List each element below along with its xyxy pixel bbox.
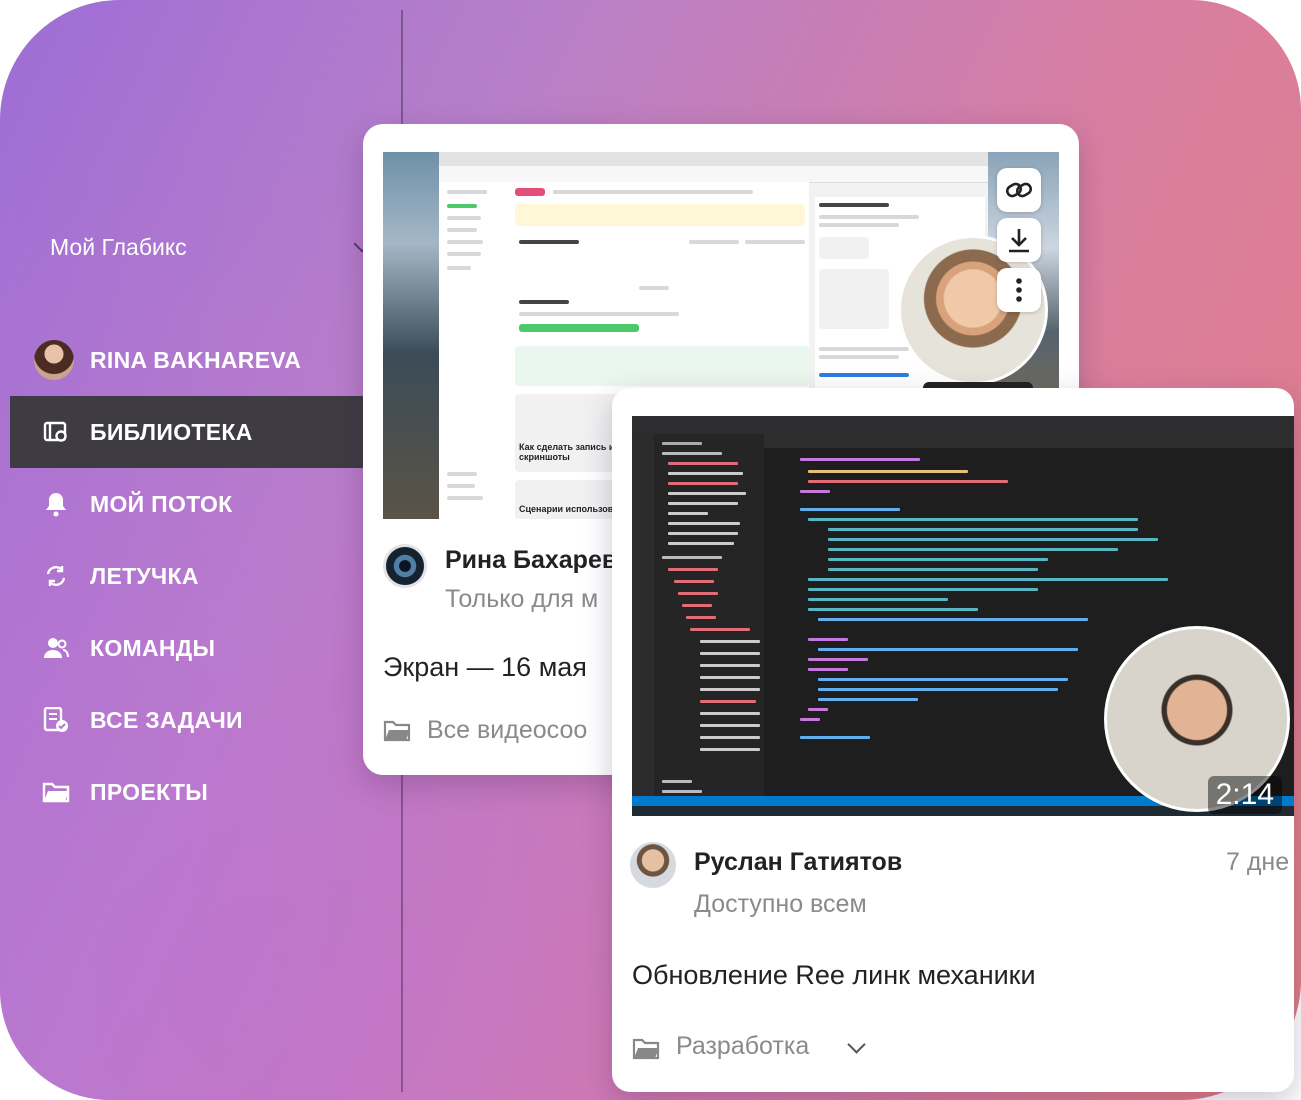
more-button[interactable] — [997, 268, 1041, 312]
author-name: Руслан Гатиятов — [694, 848, 903, 876]
bell-icon — [42, 490, 70, 518]
avatar — [34, 340, 74, 380]
link-icon — [1005, 182, 1033, 198]
timestamp: 7 дне — [1226, 848, 1290, 876]
video-card[interactable]: 2:14 Руслан Гатиятов 7 дне Доступно всем… — [612, 388, 1294, 1092]
refresh-icon — [42, 562, 70, 590]
access-label: Только для м — [445, 585, 599, 613]
sidebar-item-library[interactable]: БИБЛИОТЕКА — [10, 396, 363, 468]
download-button[interactable] — [997, 218, 1041, 262]
sidebar-item-flash[interactable]: ЛЕТУЧКА — [10, 540, 363, 612]
video-thumbnail[interactable]: 2:14 — [632, 416, 1294, 816]
app-sidebar-preview — [439, 182, 510, 519]
sidebar-item-my-stream[interactable]: МОЙ ПОТОК — [10, 468, 363, 540]
vscode-tabs — [764, 434, 1294, 448]
browser-tabs — [439, 152, 988, 166]
sidebar-item-projects[interactable]: ПРОЕКТЫ — [10, 756, 363, 828]
vscode-titlebar — [632, 416, 1294, 434]
video-duration: 2:14 — [1207, 776, 1282, 814]
access-label: Доступно всем — [694, 890, 867, 918]
vscode-explorer — [654, 434, 764, 796]
sidebar-item-label: ПРОЕКТЫ — [90, 778, 209, 805]
folder-name[interactable]: Все видеосоо — [427, 716, 587, 745]
folder-icon — [42, 778, 70, 806]
sidebar-item-label: ВСЕ ЗАДАЧИ — [90, 706, 243, 733]
sidebar-item-label: МОЙ ПОТОК — [90, 490, 233, 517]
sidebar-item-label: КОМАНДЫ — [90, 634, 216, 661]
chevron-down-icon[interactable] — [847, 1035, 866, 1054]
download-icon — [1009, 229, 1029, 253]
avatar — [630, 842, 676, 888]
sidebar-user[interactable]: RINA BAKHAREVA — [10, 324, 363, 396]
wallpaper-left — [383, 152, 439, 519]
more-vertical-icon — [1016, 278, 1022, 302]
avatar — [383, 544, 427, 588]
sidebar-item-label: БИБЛИОТЕКА — [90, 418, 253, 445]
folder-name[interactable]: Разработка — [676, 1032, 809, 1061]
library-icon — [42, 418, 70, 446]
video-title[interactable]: Обновление Ree линк механики — [632, 960, 1036, 991]
sidebar-nav: RINA BAKHAREVA БИБЛИОТЕКА МОЙ ПОТОК ЛЕТУ… — [10, 324, 363, 828]
folder-icon — [632, 1038, 660, 1065]
sidebar-item-all-tasks[interactable]: ВСЕ ЗАДАЧИ — [10, 684, 363, 756]
sidebar-item-teams[interactable]: КОМАНДЫ — [10, 612, 363, 684]
browser-url-bar — [439, 166, 988, 183]
author-name: Рина Бахарев — [445, 546, 618, 574]
workspace-name[interactable]: Мой Глабикс — [50, 234, 187, 261]
folder-icon — [383, 720, 411, 747]
sidebar-item-label: ЛЕТУЧКА — [90, 562, 199, 589]
users-icon — [42, 634, 70, 662]
vscode-activity-bar — [632, 434, 654, 796]
link-button[interactable] — [997, 168, 1041, 212]
tasks-icon — [42, 706, 70, 734]
video-title[interactable]: Экран — 16 мая — [383, 652, 587, 683]
user-name: RINA BAKHAREVA — [90, 346, 302, 373]
